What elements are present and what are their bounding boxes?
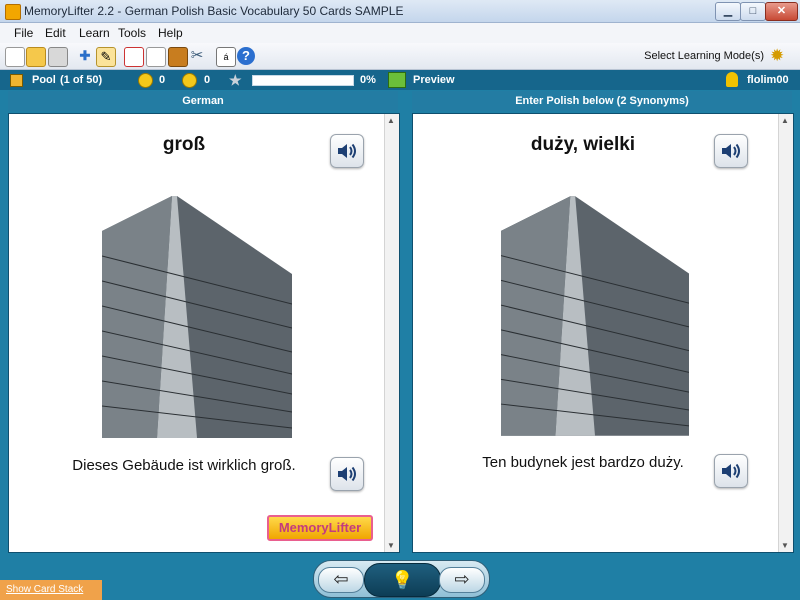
new-file-icon[interactable] xyxy=(5,47,25,67)
speaker-icon xyxy=(722,463,740,479)
skyscraper-image xyxy=(102,196,292,438)
dictionary-icon[interactable] xyxy=(168,47,188,67)
bottom-bar: ⇦ 💡 ⇨ xyxy=(0,553,800,600)
navigation-control: ⇦ 💡 ⇨ xyxy=(313,560,490,598)
sad-face-icon xyxy=(182,73,197,88)
user-name: flolim00 xyxy=(747,74,789,86)
help-icon[interactable]: ? xyxy=(237,47,255,65)
answer-header: Enter Polish below (2 Synonyms) xyxy=(412,91,792,111)
card-delete-icon[interactable] xyxy=(146,47,166,67)
menu-bar: File Edit Learn Tools Help xyxy=(0,23,800,43)
minimize-button[interactable]: ▁ xyxy=(715,2,741,21)
sentence-audio-button[interactable] xyxy=(330,457,364,491)
previous-card-button[interactable]: ⇦ xyxy=(318,567,364,593)
title-bar: MemoryLifter 2.2 - German Polish Basic V… xyxy=(0,0,800,23)
preview-label[interactable]: Preview xyxy=(413,74,455,86)
tools-icon[interactable]: ✂ xyxy=(188,47,206,65)
speaker-icon xyxy=(338,143,356,159)
question-word: groß xyxy=(162,134,206,155)
question-header: German xyxy=(8,91,398,111)
next-card-button[interactable]: ⇨ xyxy=(439,567,485,593)
question-sentence: Dieses Gebäude ist wirklich groß. xyxy=(72,457,296,474)
menu-file[interactable]: File xyxy=(14,26,33,40)
app-icon xyxy=(5,4,21,20)
user-icon xyxy=(726,72,738,87)
print-icon[interactable] xyxy=(48,47,68,67)
show-card-stack-link[interactable]: Show Card Stack xyxy=(0,580,102,600)
pool-box-icon xyxy=(10,74,23,87)
close-button[interactable]: ✕ xyxy=(765,2,798,21)
sad-count: 0 xyxy=(204,74,211,86)
learning-mode-label[interactable]: Select Learning Mode(s) xyxy=(644,50,764,62)
open-folder-icon[interactable] xyxy=(26,47,46,67)
preview-icon xyxy=(388,72,406,88)
answer-pane: duży, wielki Ten budynek jest bardzo duż… xyxy=(412,113,794,553)
presentation-icon[interactable] xyxy=(124,47,144,67)
progress-bar xyxy=(252,75,354,86)
answer-sentence-audio-button[interactable] xyxy=(714,454,748,488)
memorylifter-logo: MemoryLifter xyxy=(267,515,373,541)
skyscraper-image xyxy=(501,196,689,436)
pool-label: Pool xyxy=(32,74,56,86)
speaker-icon xyxy=(722,143,740,159)
menu-tools[interactable]: Tools xyxy=(118,26,146,40)
special-char-icon[interactable]: á xyxy=(216,47,236,67)
maximize-button[interactable]: □ xyxy=(740,2,766,21)
question-audio-button[interactable] xyxy=(330,134,364,168)
menu-edit[interactable]: Edit xyxy=(45,26,66,40)
menu-help[interactable]: Help xyxy=(158,26,183,40)
speaker-icon xyxy=(338,466,356,482)
gear-icon[interactable]: ✹ xyxy=(770,46,790,66)
toolbar: ✚ ✎ ✂ á ? Select Learning Mode(s) ✹ xyxy=(0,43,800,70)
edit-card-icon[interactable]: ✎ xyxy=(96,47,116,67)
add-card-icon[interactable]: ✚ xyxy=(76,47,94,65)
window-title: MemoryLifter 2.2 - German Polish Basic V… xyxy=(24,4,404,18)
happy-face-icon xyxy=(138,73,153,88)
pool-count: (1 of 50) xyxy=(60,74,103,86)
question-pane: groß Dieses Gebäude ist wirklich groß. M… xyxy=(8,113,400,553)
question-scrollbar[interactable]: ▲ ▼ xyxy=(384,114,399,552)
answer-scrollbar[interactable]: ▲ ▼ xyxy=(778,114,793,552)
hint-button[interactable]: 💡 xyxy=(364,563,441,597)
status-bar: Pool (1 of 50) 0 0 ★ 0% Preview flolim00 xyxy=(0,70,800,90)
happy-count: 0 xyxy=(159,74,166,86)
answer-audio-button[interactable] xyxy=(714,134,748,168)
menu-learn[interactable]: Learn xyxy=(79,26,110,40)
star-icon: ★ xyxy=(229,72,242,88)
progress-percent: 0% xyxy=(360,74,376,86)
